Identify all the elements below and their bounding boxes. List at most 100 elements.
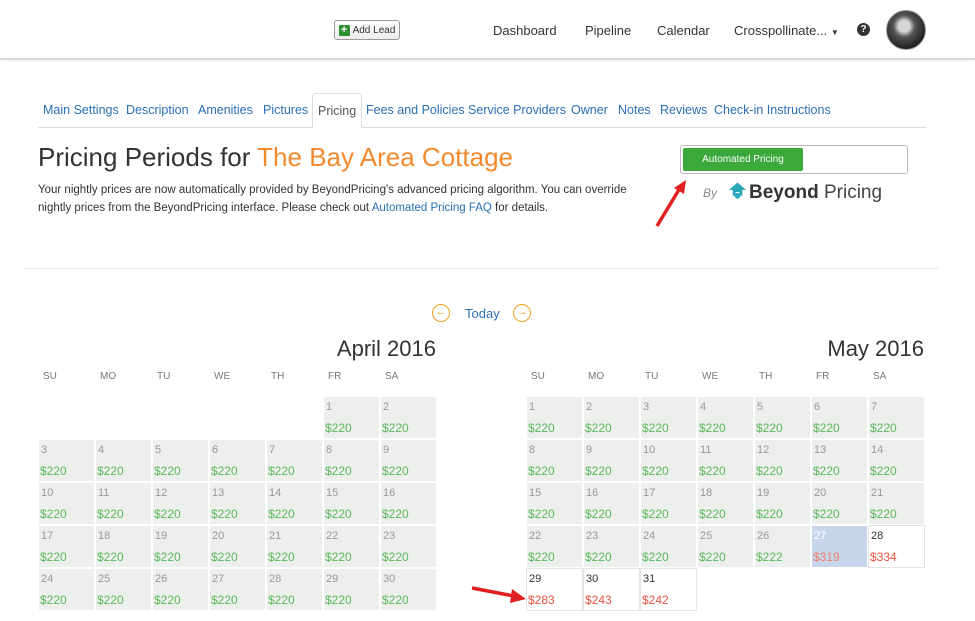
tab-check-in-instructions[interactable]: Check-in Instructions bbox=[709, 93, 836, 128]
calendar-day[interactable]: 14 $220 bbox=[868, 439, 925, 482]
calendar-day[interactable]: 20 $220 bbox=[209, 525, 266, 568]
calendar-day[interactable]: 1 $220 bbox=[323, 396, 380, 439]
arrow-left-circle-icon[interactable]: ← bbox=[432, 304, 450, 322]
tab-main-settings[interactable]: Main Settings bbox=[38, 93, 124, 128]
calendar-day[interactable]: 14 $220 bbox=[266, 482, 323, 525]
calendar-day[interactable]: 19 $220 bbox=[754, 482, 811, 525]
calendar-day[interactable]: 13 $220 bbox=[209, 482, 266, 525]
calendar-day[interactable]: 15 $220 bbox=[526, 482, 583, 525]
calendar-day[interactable]: 27 $220 bbox=[209, 568, 266, 611]
calendar-day[interactable]: 31 $242 bbox=[640, 568, 697, 611]
tab-owner[interactable]: Owner bbox=[566, 93, 613, 128]
calendar-day[interactable]: 16 $220 bbox=[380, 482, 437, 525]
calendar-day[interactable]: 8 $220 bbox=[526, 439, 583, 482]
calendar-day[interactable]: 9 $220 bbox=[583, 439, 640, 482]
calendar-day[interactable]: 19 $220 bbox=[152, 525, 209, 568]
day-price: $220 bbox=[528, 507, 555, 521]
calendar-day[interactable]: 16 $220 bbox=[583, 482, 640, 525]
calendar-day[interactable]: 25 $220 bbox=[95, 568, 152, 611]
calendar-day[interactable]: 25 $220 bbox=[697, 525, 754, 568]
calendar-day[interactable]: 30 $220 bbox=[380, 568, 437, 611]
calendar-day[interactable]: 24 $220 bbox=[640, 525, 697, 568]
calendar-day[interactable]: 10 $220 bbox=[640, 439, 697, 482]
calendar-day[interactable]: 29 $220 bbox=[323, 568, 380, 611]
page-title: Pricing Periods for The Bay Area Cottage bbox=[38, 142, 513, 173]
day-price: $243 bbox=[585, 593, 612, 607]
calendar-day[interactable]: 11 $220 bbox=[697, 439, 754, 482]
day-number: 21 bbox=[269, 530, 282, 542]
day-price: $319 bbox=[813, 550, 840, 564]
calendar-day[interactable]: 22 $220 bbox=[526, 525, 583, 568]
calendar-day[interactable]: 12 $220 bbox=[754, 439, 811, 482]
nav-calendar[interactable]: Calendar bbox=[657, 23, 710, 38]
calendar-day[interactable]: 17 $220 bbox=[38, 525, 95, 568]
calendar-day[interactable]: 4 $220 bbox=[697, 396, 754, 439]
calendar-day[interactable]: 21 $220 bbox=[266, 525, 323, 568]
calendar-day[interactable]: 2 $220 bbox=[380, 396, 437, 439]
calendar-day[interactable]: 4 $220 bbox=[95, 439, 152, 482]
calendar-day[interactable]: 28 $220 bbox=[266, 568, 323, 611]
nav-pipeline[interactable]: Pipeline bbox=[585, 23, 631, 38]
day-number: 11 bbox=[700, 444, 712, 456]
calendar-day[interactable]: 7 $220 bbox=[868, 396, 925, 439]
calendar-day[interactable]: 28 $334 bbox=[868, 525, 925, 568]
calendar-day[interactable]: 8 $220 bbox=[323, 439, 380, 482]
calendar-day[interactable]: 23 $220 bbox=[380, 525, 437, 568]
calendar-day[interactable]: 26 $222 bbox=[754, 525, 811, 568]
day-number: 5 bbox=[155, 444, 162, 456]
calendar-day[interactable]: 10 $220 bbox=[38, 482, 95, 525]
calendar-day[interactable]: 27 $319 bbox=[811, 525, 868, 568]
month-title-april: April 2016 bbox=[336, 336, 436, 361]
calendar-day[interactable]: 2 $220 bbox=[583, 396, 640, 439]
calendar-day[interactable]: 5 $220 bbox=[152, 439, 209, 482]
month-title-may: May 2016 bbox=[827, 336, 924, 361]
day-number: 13 bbox=[814, 444, 827, 456]
calendar-day[interactable]: 20 $220 bbox=[811, 482, 868, 525]
tab-service-providers[interactable]: Service Providers bbox=[463, 93, 571, 128]
tab-amenities[interactable]: Amenities bbox=[193, 93, 258, 128]
automated-pricing-toggle[interactable]: Automated Pricing bbox=[680, 145, 908, 174]
calendar-day[interactable]: 9 $220 bbox=[380, 439, 437, 482]
calendar-day[interactable]: 18 $220 bbox=[697, 482, 754, 525]
calendar-day[interactable]: 5 $220 bbox=[754, 396, 811, 439]
calendar-day[interactable]: 6 $220 bbox=[209, 439, 266, 482]
calendar-day[interactable]: 7 $220 bbox=[266, 439, 323, 482]
day-price: $220 bbox=[40, 550, 67, 564]
tab-fees-and-policies[interactable]: Fees and Policies bbox=[361, 93, 470, 128]
avatar[interactable] bbox=[886, 10, 926, 50]
calendar-day[interactable]: 3 $220 bbox=[38, 439, 95, 482]
nav-account-dropdown[interactable]: Crosspollinate... ▼ bbox=[734, 23, 839, 38]
today-button[interactable]: Today bbox=[465, 306, 500, 321]
day-number: 27 bbox=[814, 530, 827, 542]
tab-description[interactable]: Description bbox=[121, 93, 194, 128]
automated-pricing-faq-link[interactable]: Automated Pricing FAQ bbox=[372, 202, 492, 214]
tab-pictures[interactable]: Pictures bbox=[258, 93, 313, 128]
calendar-day[interactable]: 17 $220 bbox=[640, 482, 697, 525]
calendar-day[interactable]: 23 $220 bbox=[583, 525, 640, 568]
calendar-day[interactable]: 12 $220 bbox=[152, 482, 209, 525]
calendar-day[interactable]: 24 $220 bbox=[38, 568, 95, 611]
calendar-day[interactable]: 1 $220 bbox=[526, 396, 583, 439]
day-number: 17 bbox=[643, 487, 656, 499]
calendar-day[interactable]: 29 $283 bbox=[526, 568, 583, 611]
calendar-day[interactable]: 26 $220 bbox=[152, 568, 209, 611]
calendar-day[interactable]: 6 $220 bbox=[811, 396, 868, 439]
add-lead-button[interactable]: + Add Lead bbox=[334, 20, 400, 40]
description-text-end: for details. bbox=[491, 201, 549, 214]
calendar-day[interactable]: 30 $243 bbox=[583, 568, 640, 611]
calendar-day[interactable]: 18 $220 bbox=[95, 525, 152, 568]
calendar-day[interactable]: 11 $220 bbox=[95, 482, 152, 525]
nav-dashboard[interactable]: Dashboard bbox=[493, 23, 557, 38]
tab-pricing[interactable]: Pricing bbox=[312, 93, 363, 128]
calendar-day[interactable]: 22 $220 bbox=[323, 525, 380, 568]
tab-notes[interactable]: Notes bbox=[613, 93, 656, 128]
tab-reviews[interactable]: Reviews bbox=[655, 93, 712, 128]
day-number: 19 bbox=[155, 530, 168, 542]
calendar-day[interactable]: 21 $220 bbox=[868, 482, 925, 525]
calendar-day[interactable]: 13 $220 bbox=[811, 439, 868, 482]
arrow-right-circle-icon[interactable]: → bbox=[513, 304, 531, 322]
question-circle-icon[interactable]: ? bbox=[857, 23, 870, 36]
settings-tabs: Main Settings Description Amenities Pict… bbox=[38, 93, 926, 128]
calendar-day[interactable]: 3 $220 bbox=[640, 396, 697, 439]
calendar-day[interactable]: 15 $220 bbox=[323, 482, 380, 525]
